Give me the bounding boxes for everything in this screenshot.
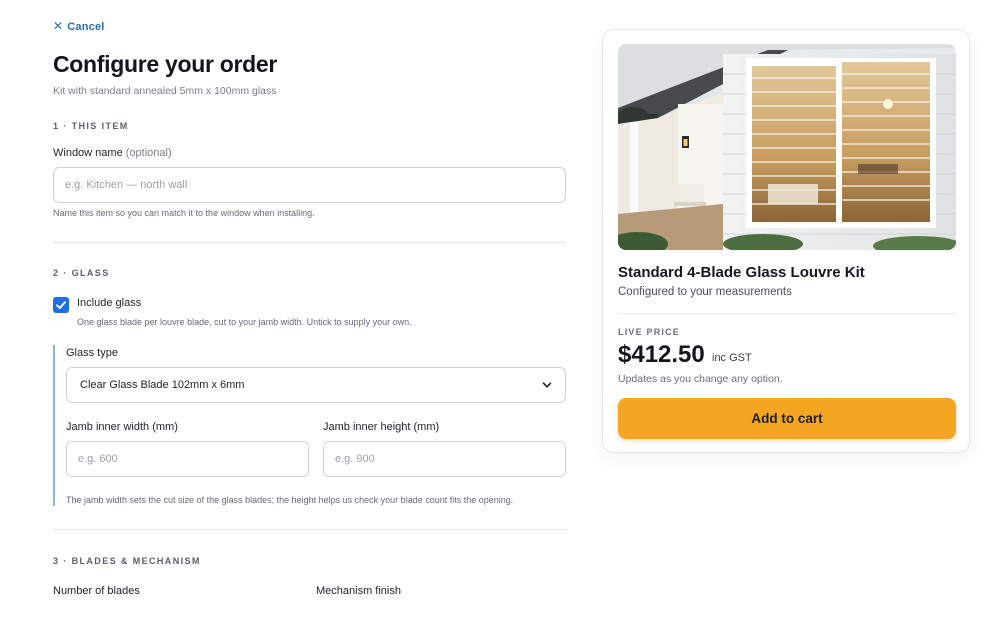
jamb-width-label: Jamb inner width (mm)	[66, 421, 178, 433]
card-divider	[618, 313, 956, 314]
product-summary-card: Standard 4-Blade Glass Louvre Kit Config…	[602, 29, 970, 453]
add-to-cart-button[interactable]: Add to cart	[618, 398, 956, 439]
window-name-helper: Name this item so you can match it to th…	[53, 208, 315, 218]
glass-type-value: Clear Glass Blade 102mm x 6mm	[80, 379, 245, 391]
section-label-glass: 2 · GLASS	[53, 268, 110, 278]
jamb-height-input[interactable]: e.g. 900	[323, 441, 566, 477]
jamb-width-input[interactable]: e.g. 600	[66, 441, 309, 477]
checkmark-icon	[56, 301, 66, 309]
price-note: Updates as you change any option.	[618, 373, 783, 385]
live-price-label: LIVE PRICE	[618, 327, 681, 337]
house-louvre-photo	[618, 44, 956, 250]
section-label-blades-mechanism: 3 · BLADES & MECHANISM	[53, 556, 201, 566]
optional-tag: (optional)	[125, 147, 172, 159]
window-name-label: Window name (optional)	[53, 147, 172, 159]
jamb-width-placeholder: e.g. 600	[78, 453, 118, 465]
glass-type-select[interactable]: Clear Glass Blade 102mm x 6mm	[66, 367, 566, 403]
mechanism-finish-label: Mechanism finish	[316, 585, 401, 597]
window-name-placeholder: e.g. Kitchen — north wall	[65, 179, 188, 191]
glass-type-label: Glass type	[66, 347, 118, 359]
chevron-down-icon	[542, 382, 552, 388]
price-value: $412.50	[618, 341, 705, 368]
page-title: Configure your order	[53, 51, 278, 77]
product-subtitle: Configured to your measurements	[618, 286, 792, 298]
page-subtitle: Kit with standard annealed 5mm x 100mm g…	[53, 85, 277, 97]
cancel-link[interactable]: ✕ Cancel	[53, 19, 105, 33]
price-suffix: inc GST	[712, 352, 752, 364]
include-glass-helper: One glass blade per louvre blade, cut to…	[77, 317, 412, 327]
glass-options-indicator	[53, 345, 55, 506]
close-icon: ✕	[53, 19, 64, 33]
product-image	[618, 44, 956, 250]
section-label-this-item: 1 · THIS ITEM	[53, 121, 129, 131]
window-name-label-text: Window name	[53, 147, 123, 159]
section-divider	[53, 242, 566, 243]
number-of-blades-label: Number of blades	[53, 585, 140, 597]
jamb-height-label: Jamb inner height (mm)	[323, 421, 440, 433]
include-glass-checkbox[interactable]	[53, 297, 69, 313]
product-title: Standard 4-Blade Glass Louvre Kit	[618, 264, 865, 281]
jamb-height-placeholder: e.g. 900	[335, 453, 375, 465]
cancel-label: Cancel	[67, 21, 105, 33]
window-name-input[interactable]: e.g. Kitchen — north wall	[53, 167, 566, 203]
include-glass-label[interactable]: Include glass	[77, 297, 141, 309]
section-divider	[53, 529, 566, 530]
jamb-helper: The jamb width sets the cut size of the …	[66, 495, 514, 505]
